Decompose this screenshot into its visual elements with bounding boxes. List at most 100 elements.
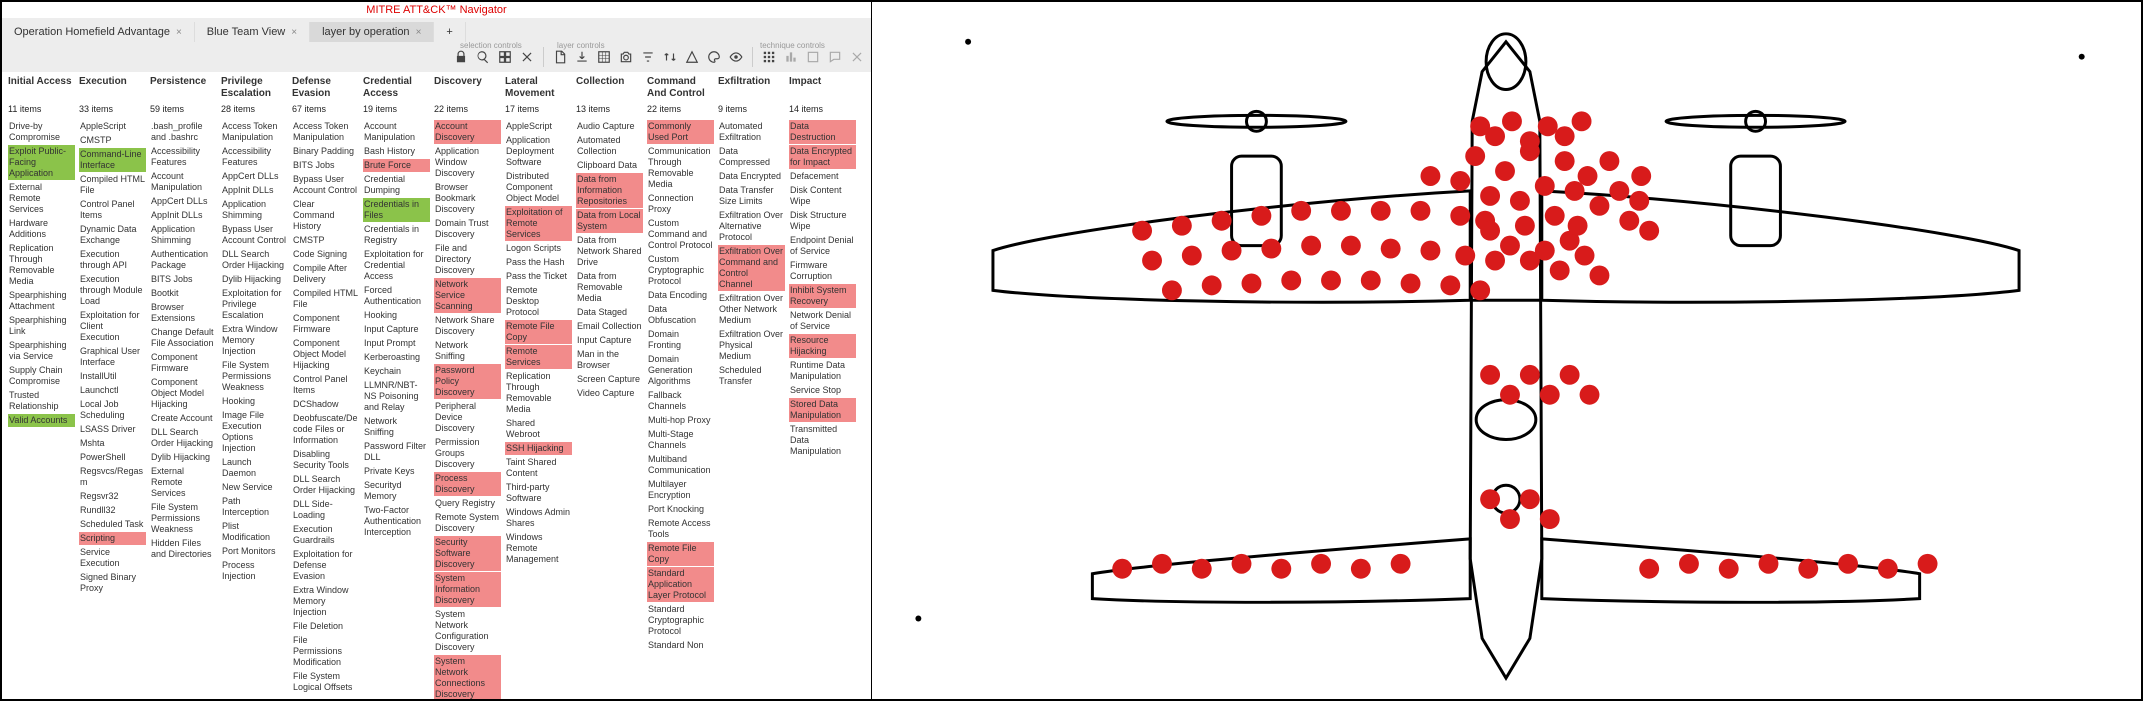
technique-cell[interactable]: Replication Through Removable Media (505, 370, 572, 416)
technique-cell[interactable]: Network Sniffing (363, 415, 430, 439)
technique-cell[interactable]: Create Account (150, 412, 217, 425)
technique-cell[interactable]: Control Panel Items (292, 373, 359, 397)
technique-cell[interactable]: Windows Remote Management (505, 531, 572, 566)
technique-cell[interactable]: Drive-by Compromise (8, 120, 75, 144)
technique-cell[interactable]: Scripting (79, 532, 146, 545)
technique-cell[interactable]: Trusted Relationship (8, 389, 75, 413)
technique-cell[interactable]: Custom Cryptographic Protocol (647, 253, 714, 288)
technique-cell[interactable]: BITS Jobs (150, 273, 217, 286)
matrix-config-icon[interactable] (759, 47, 779, 67)
technique-cell[interactable]: Component Firmware (292, 312, 359, 336)
technique-cell[interactable]: Command-Line Interface (79, 148, 146, 172)
technique-cell[interactable]: Exfiltration Over Command and Control Ch… (718, 245, 785, 291)
technique-cell[interactable]: Network Service Scanning (434, 278, 501, 313)
technique-cell[interactable]: Local Job Scheduling (79, 398, 146, 422)
technique-cell[interactable]: AppInit DLLs (221, 184, 288, 197)
technique-cell[interactable]: Remote Access Tools (647, 517, 714, 541)
technique-cell[interactable]: Mshta (79, 437, 146, 450)
technique-cell[interactable]: Exploitation for Credential Access (363, 248, 430, 283)
technique-cell[interactable]: Data from Information Repositories (576, 173, 643, 208)
technique-cell[interactable]: Connection Proxy (647, 192, 714, 216)
technique-cell[interactable]: Logon Scripts (505, 242, 572, 255)
technique-cell[interactable]: System Information Discovery (434, 572, 501, 607)
technique-cell[interactable]: Keychain (363, 365, 430, 378)
technique-cell[interactable]: Bypass User Account Control (221, 223, 288, 247)
technique-cell[interactable]: Exfiltration Over Alternative Protocol (718, 209, 785, 244)
technique-cell[interactable]: Input Capture (576, 334, 643, 347)
new-tab-button[interactable]: + (434, 22, 465, 42)
tactic-header[interactable]: Persistence (150, 76, 217, 102)
technique-cell[interactable]: File Permissions Modification (292, 634, 359, 669)
technique-cell[interactable]: Clear Command History (292, 198, 359, 233)
technique-cell[interactable]: Custom Command and Control Protocol (647, 217, 714, 252)
technique-cell[interactable]: Component Firmware (150, 351, 217, 375)
technique-cell[interactable]: Bypass User Account Control (292, 173, 359, 197)
technique-cell[interactable]: Taint Shared Content (505, 456, 572, 480)
technique-cell[interactable]: LLMNR/NBT-NS Poisoning and Relay (363, 379, 430, 414)
technique-cell[interactable]: Input Capture (363, 323, 430, 336)
technique-cell[interactable]: Spearphishing via Service (8, 339, 75, 363)
technique-cell[interactable]: DLL Search Order Hijacking (221, 248, 288, 272)
technique-cell[interactable]: File System Permissions Weakness (150, 501, 217, 536)
technique-cell[interactable]: Application Shimming (150, 223, 217, 247)
technique-cell[interactable]: Compiled HTML File (292, 287, 359, 311)
technique-cell[interactable]: Service Execution (79, 546, 146, 570)
color-setup-icon[interactable] (682, 47, 702, 67)
deselect-icon[interactable] (517, 47, 537, 67)
technique-cell[interactable]: Domain Generation Algorithms (647, 353, 714, 388)
technique-cell[interactable]: InstallUtil (79, 370, 146, 383)
technique-cell[interactable]: Endpoint Denial of Service (789, 234, 856, 258)
technique-cell[interactable]: Clipboard Data (576, 159, 643, 172)
technique-cell[interactable]: Plist Modification (221, 520, 288, 544)
technique-cell[interactable]: Dynamic Data Exchange (79, 223, 146, 247)
technique-cell[interactable]: Commonly Used Port (647, 120, 714, 144)
technique-cell[interactable]: Data Obfuscation (647, 303, 714, 327)
technique-cell[interactable]: Disk Structure Wipe (789, 209, 856, 233)
technique-cell[interactable]: Extra Window Memory Injection (221, 323, 288, 358)
technique-cell[interactable]: Regsvr32 (79, 490, 146, 503)
technique-cell[interactable]: Execution through API (79, 248, 146, 272)
technique-cell[interactable]: Exfiltration Over Other Network Medium (718, 292, 785, 327)
technique-cell[interactable]: Data Encrypted (718, 170, 785, 183)
technique-cell[interactable]: Authentication Package (150, 248, 217, 272)
technique-cell[interactable]: Data Encrypted for Impact (789, 145, 856, 169)
technique-cell[interactable]: System Network Connections Discovery (434, 655, 501, 699)
technique-cell[interactable]: Windows Admin Shares (505, 506, 572, 530)
technique-cell[interactable]: CMSTP (292, 234, 359, 247)
technique-cell[interactable]: Browser Bookmark Discovery (434, 181, 501, 216)
technique-cell[interactable]: Input Prompt (363, 337, 430, 350)
technique-cell[interactable]: Compiled HTML File (79, 173, 146, 197)
technique-cell[interactable]: Code Signing (292, 248, 359, 261)
technique-cell[interactable]: Account Manipulation (363, 120, 430, 144)
technique-cell[interactable]: Data Transfer Size Limits (718, 184, 785, 208)
technique-cell[interactable]: Email Collection (576, 320, 643, 333)
technique-cell[interactable]: Query Registry (434, 497, 501, 510)
technique-cell[interactable]: Scheduled Transfer (718, 364, 785, 388)
technique-cell[interactable]: DLL Side-Loading (292, 498, 359, 522)
technique-cell[interactable]: Two-Factor Authentication Interception (363, 504, 430, 539)
technique-cell[interactable]: Dylib Hijacking (150, 451, 217, 464)
technique-cell[interactable]: .bash_profile and .bashrc (150, 120, 217, 144)
tab-0[interactable]: Operation Homefield Advantage× (2, 22, 195, 42)
technique-cell[interactable]: Exploitation for Privilege Escalation (221, 287, 288, 322)
technique-cell[interactable]: Stored Data Manipulation (789, 398, 856, 422)
technique-cell[interactable]: Image File Execution Options Injection (221, 409, 288, 455)
technique-cell[interactable]: Data Encoding (647, 289, 714, 302)
technique-cell[interactable]: CMSTP (79, 134, 146, 147)
technique-cell[interactable]: Pass the Hash (505, 256, 572, 269)
technique-cell[interactable]: DLL Search Order Hijacking (292, 473, 359, 497)
technique-cell[interactable]: Launchctl (79, 384, 146, 397)
technique-cell[interactable]: Multiband Communication (647, 453, 714, 477)
technique-cell[interactable]: Valid Accounts (8, 414, 75, 427)
comment-icon[interactable] (825, 47, 845, 67)
close-icon[interactable]: × (416, 27, 422, 38)
clear-icon[interactable] (847, 47, 867, 67)
technique-cell[interactable]: Runtime Data Manipulation (789, 359, 856, 383)
technique-cell[interactable]: Application Shimming (221, 198, 288, 222)
technique-cell[interactable]: Securityd Memory (363, 479, 430, 503)
filter-icon[interactable] (638, 47, 658, 67)
technique-cell[interactable]: Spearphishing Link (8, 314, 75, 338)
tactic-header[interactable]: Impact (789, 76, 856, 102)
technique-cell[interactable]: Deobfuscate/Decode Files or Information (292, 412, 359, 447)
technique-cell[interactable]: Password Policy Discovery (434, 364, 501, 399)
